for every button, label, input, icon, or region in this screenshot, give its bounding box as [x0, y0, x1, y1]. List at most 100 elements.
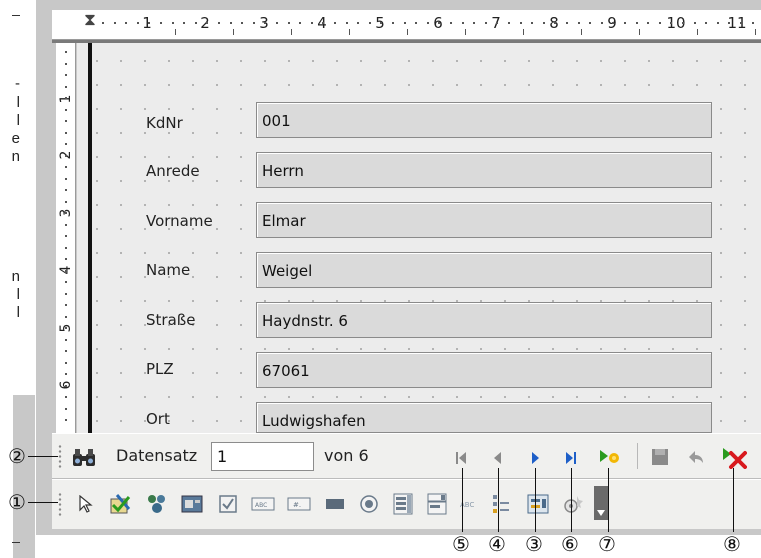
toolbar-grip[interactable] — [58, 492, 62, 518]
ruler-dot — [670, 22, 673, 24]
push-button-icon[interactable] — [322, 491, 348, 517]
leader-line — [608, 468, 609, 532]
field-input-name[interactable]: Weigel — [256, 252, 712, 288]
callout-next-record: ③ — [525, 532, 543, 556]
textbox-icon[interactable]: ABC — [249, 491, 277, 517]
ruler-dot — [473, 22, 476, 24]
field-input-anrede[interactable]: Herrn — [256, 152, 712, 188]
ruler-dot — [65, 396, 67, 398]
first-record-icon[interactable] — [450, 446, 472, 470]
field-input-ort[interactable]: Ludwigshafen — [256, 402, 712, 433]
delete-record-icon[interactable] — [719, 443, 749, 471]
next-record-icon[interactable] — [524, 446, 546, 470]
ruler-dot — [403, 22, 406, 24]
ruler-tick — [407, 29, 408, 35]
ruler-dot — [65, 258, 67, 260]
toolbar-grip[interactable] — [58, 444, 62, 470]
field-input-vorname[interactable]: Elmar — [256, 202, 712, 238]
ruler-dot — [322, 22, 325, 24]
callout-new-record: ⑦ — [598, 532, 616, 556]
ruler-dot — [183, 22, 186, 24]
option-button-icon[interactable] — [356, 491, 382, 517]
ruler-dot — [160, 22, 162, 24]
ruler-dot — [624, 22, 626, 24]
leader-line — [28, 502, 58, 503]
ruler-tick — [233, 29, 234, 35]
ruler-dot — [125, 22, 128, 24]
horizontal-ruler[interactable]: ⧗ 1 2 3 4 5 6 7 8 9 10 11 — [52, 10, 761, 40]
field-input-plz[interactable]: 67061 — [256, 352, 712, 388]
new-record-icon[interactable] — [596, 444, 624, 470]
ruler-dot — [65, 384, 67, 387]
checkbox-icon[interactable] — [215, 491, 241, 517]
ruler-dot — [450, 22, 452, 24]
previous-record-icon[interactable] — [487, 446, 509, 470]
combo-box-icon[interactable] — [424, 490, 450, 518]
ruler-dot — [647, 22, 650, 24]
vertical-ruler[interactable]: 1 2 3 4 5 6 — [56, 43, 76, 433]
form-properties-icon[interactable] — [178, 490, 206, 518]
ruler-dot — [589, 22, 592, 24]
undo-icon[interactable] — [683, 444, 709, 470]
ruler-tick — [175, 29, 176, 35]
ruler-dot — [357, 22, 360, 24]
label-field-icon[interactable]: ABC — [456, 491, 482, 517]
ruler-tick — [465, 29, 466, 35]
record-number-input[interactable]: 1 — [211, 442, 314, 471]
ruler-dot — [65, 235, 67, 237]
more-controls-icon[interactable] — [594, 486, 608, 520]
select-pointer-icon[interactable] — [74, 492, 98, 516]
ruler-dot — [65, 143, 67, 145]
design-mode-icon[interactable] — [107, 490, 135, 518]
find-record-icon[interactable] — [70, 445, 98, 471]
callout-last-record: ⑥ — [561, 532, 579, 556]
ruler-dot — [65, 315, 67, 318]
field-input-kdnr[interactable]: 001 — [256, 102, 712, 138]
save-record-icon[interactable] — [647, 444, 673, 470]
ruler-dot — [345, 22, 348, 24]
ruler-dot — [65, 338, 67, 341]
margin-text-fragment: l — [16, 94, 20, 111]
ruler-dot — [65, 407, 67, 410]
ruler-dot — [554, 22, 557, 24]
callout-nav-toolbar: ② — [8, 444, 26, 468]
field-input-strasse[interactable]: Haydnstr. 6 — [256, 302, 712, 338]
last-record-icon[interactable] — [560, 446, 582, 470]
ruler-dot — [241, 22, 244, 24]
leader-line — [28, 456, 58, 457]
callout-form-controls-toolbar: ① — [8, 490, 26, 514]
ruler-dot — [148, 22, 151, 24]
ruler-dot — [65, 62, 67, 65]
ruler-tick — [349, 29, 350, 35]
field-label-ort: Ort — [146, 410, 170, 428]
ruler-dot — [65, 304, 67, 306]
svg-text:#.: #. — [293, 501, 301, 509]
ruler-dot — [229, 22, 232, 24]
ruler-dot — [65, 177, 67, 180]
wizard-icon[interactable] — [143, 490, 171, 518]
ruler-dot — [65, 327, 67, 329]
automatic-control-focus-icon[interactable] — [559, 490, 587, 518]
field-label-strasse: Straße — [146, 311, 196, 329]
ruler-dot — [65, 281, 67, 283]
ruler-dot — [461, 22, 464, 24]
ruler-dot — [65, 212, 67, 214]
ruler-dot — [65, 419, 67, 421]
ruler-dot — [252, 22, 255, 24]
formatted-field-icon[interactable]: #. — [285, 491, 313, 517]
ruler-dot — [65, 51, 67, 53]
ruler-dot — [380, 22, 383, 24]
form-design-icon[interactable] — [524, 490, 552, 518]
ruler-dot — [751, 22, 754, 24]
list-box-icon[interactable] — [390, 490, 416, 518]
ruler-dot — [728, 22, 731, 24]
ruler-dot — [392, 22, 394, 24]
navigator-icon[interactable] — [486, 490, 514, 518]
ruler-dot — [65, 97, 67, 99]
ruler-dot — [206, 22, 209, 24]
ruler-dot — [566, 22, 568, 24]
ruler-dot — [65, 269, 67, 272]
ruler-tick — [639, 29, 640, 35]
record-label: Datensatz — [116, 446, 198, 465]
indent-marker-icon[interactable]: ⧗ — [84, 12, 96, 29]
